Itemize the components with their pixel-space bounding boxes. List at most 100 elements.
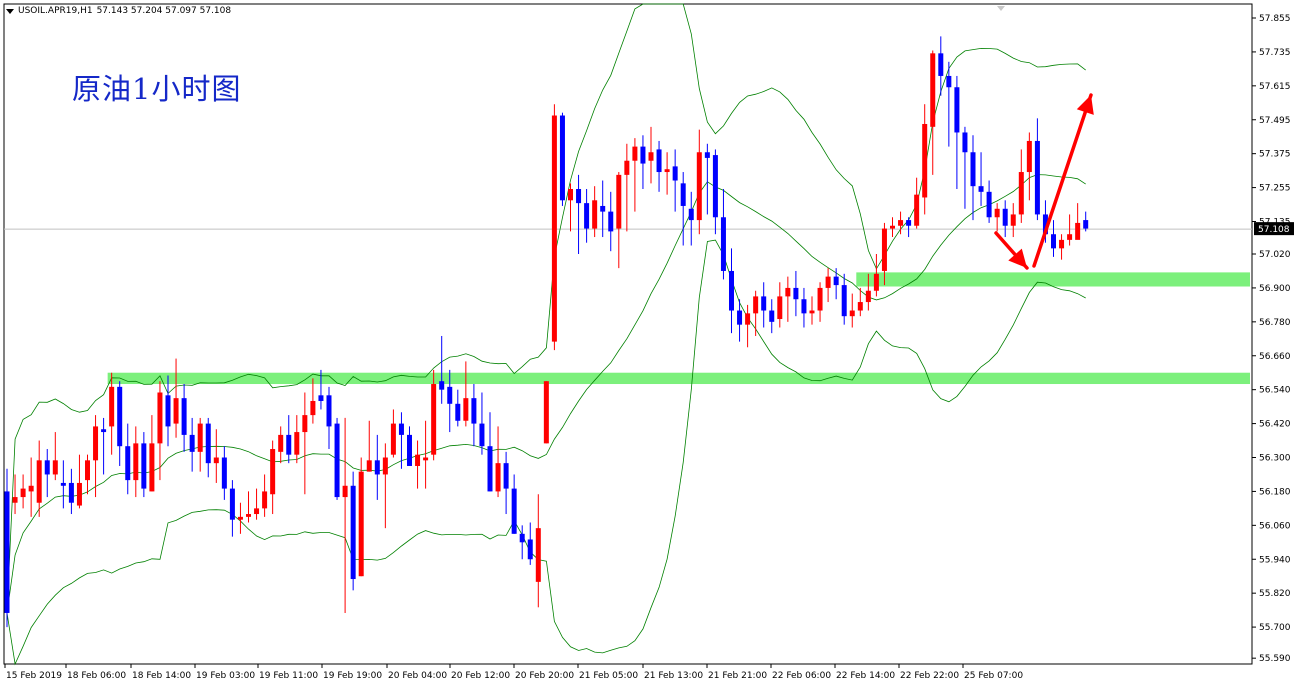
y-tick-label: 56.660 [1259, 352, 1291, 362]
x-tick-label: 20 Feb 04:00 [388, 671, 447, 681]
candle-body [76, 482, 82, 506]
y-tick-label: 57.615 [1259, 82, 1291, 92]
candle-body [624, 160, 630, 175]
candle-body [680, 183, 686, 206]
y-tick-label: 55.590 [1259, 654, 1291, 664]
candle-body [1051, 234, 1056, 249]
candle-body [149, 443, 155, 492]
candle-body [1010, 214, 1016, 226]
candle-body [576, 188, 582, 204]
candle-body [479, 423, 485, 447]
candle-body [463, 398, 469, 421]
candle-body [1059, 239, 1065, 249]
candle-body [157, 392, 163, 444]
candle-body [761, 296, 767, 311]
chart-shift-marker-icon[interactable] [997, 6, 1005, 11]
candle-body [117, 386, 123, 447]
candle-body [817, 287, 823, 311]
candle-body [978, 186, 984, 192]
candle-body [793, 287, 799, 300]
candle-body [922, 123, 928, 198]
candle-body [503, 463, 509, 489]
candle-body [213, 457, 219, 464]
current-price-label: 57.108 [1258, 225, 1290, 235]
candle-body [865, 290, 871, 303]
candle-body [1067, 234, 1073, 240]
candle-body [487, 446, 493, 492]
candle-body [310, 400, 316, 416]
symbol-timeframe: USOIL.APR19,H1 [18, 6, 93, 16]
candle-body [326, 395, 332, 427]
x-tick-label: 22 Feb 06:00 [772, 671, 831, 681]
candle-body [28, 485, 34, 492]
candle-body [101, 429, 107, 433]
candle-body [439, 381, 445, 390]
candle-body [109, 386, 115, 427]
candle-body [930, 53, 936, 127]
dropdown-triangle-icon[interactable] [6, 8, 14, 14]
candle-body [906, 220, 912, 226]
x-tick-label: 22 Feb 22:00 [900, 671, 959, 681]
candle-body [568, 188, 573, 201]
candle-body [841, 285, 847, 317]
candle-body [1083, 220, 1089, 229]
candle-body [237, 516, 243, 520]
y-tick-label: 56.300 [1259, 454, 1291, 464]
candle-body [753, 296, 759, 314]
candle-body [696, 152, 702, 221]
y-tick-label: 57.375 [1259, 150, 1291, 160]
x-tick-label: 20 Feb 12:00 [451, 671, 510, 681]
y-tick-label: 56.420 [1259, 420, 1291, 430]
candle-body [398, 423, 404, 435]
y-tick-label: 55.820 [1259, 589, 1291, 599]
candle-body [229, 488, 235, 520]
candle-body [318, 395, 324, 401]
candle-body [133, 443, 139, 481]
candle-body [141, 443, 147, 489]
candle-body [833, 276, 839, 286]
candle-body [519, 533, 525, 543]
candle-body [970, 152, 976, 187]
candle-body [559, 115, 565, 201]
candle-body [390, 423, 396, 455]
candle-body [745, 313, 751, 325]
candle-body [294, 432, 300, 455]
x-tick-label: 20 Feb 20:00 [515, 671, 574, 681]
support-zone [107, 372, 1250, 385]
candle-body [278, 434, 284, 452]
candle-body [986, 191, 992, 218]
candle-body [785, 287, 791, 297]
chart-header: USOIL.APR19,H1 57.143 57.204 57.097 57.1… [6, 6, 231, 16]
y-tick-label: 55.700 [1259, 623, 1291, 633]
candle-body [342, 485, 348, 498]
y-tick-label: 55.940 [1259, 555, 1291, 565]
candle-body [165, 395, 171, 427]
candle-body [20, 488, 26, 498]
candle-body [737, 310, 743, 325]
candle-body [374, 460, 380, 475]
y-tick-label: 56.540 [1259, 386, 1291, 396]
candle-body [890, 225, 895, 229]
candle-body [350, 485, 356, 580]
candle-body [93, 426, 99, 461]
x-tick-label: 18 Feb 06:00 [67, 671, 126, 681]
candle-body [584, 203, 590, 229]
x-tick-label: 19 Feb 19:00 [323, 671, 382, 681]
x-tick-label: 19 Feb 03:00 [196, 671, 255, 681]
candle-body [415, 454, 421, 466]
candle-body [881, 228, 887, 271]
candle-body [173, 398, 179, 424]
candle-body [825, 276, 831, 288]
candle-body [720, 217, 726, 271]
candle-body [849, 310, 855, 317]
candle-body [1075, 222, 1081, 240]
candle-body [640, 146, 646, 164]
candle-body [664, 169, 670, 173]
candle-body [551, 115, 557, 342]
y-tick-label: 57.255 [1259, 184, 1291, 194]
candle-body [938, 53, 944, 76]
y-tick-label: 56.060 [1259, 521, 1291, 531]
candle-body [688, 208, 694, 221]
candle-body [36, 460, 42, 503]
candle-body [962, 132, 968, 153]
